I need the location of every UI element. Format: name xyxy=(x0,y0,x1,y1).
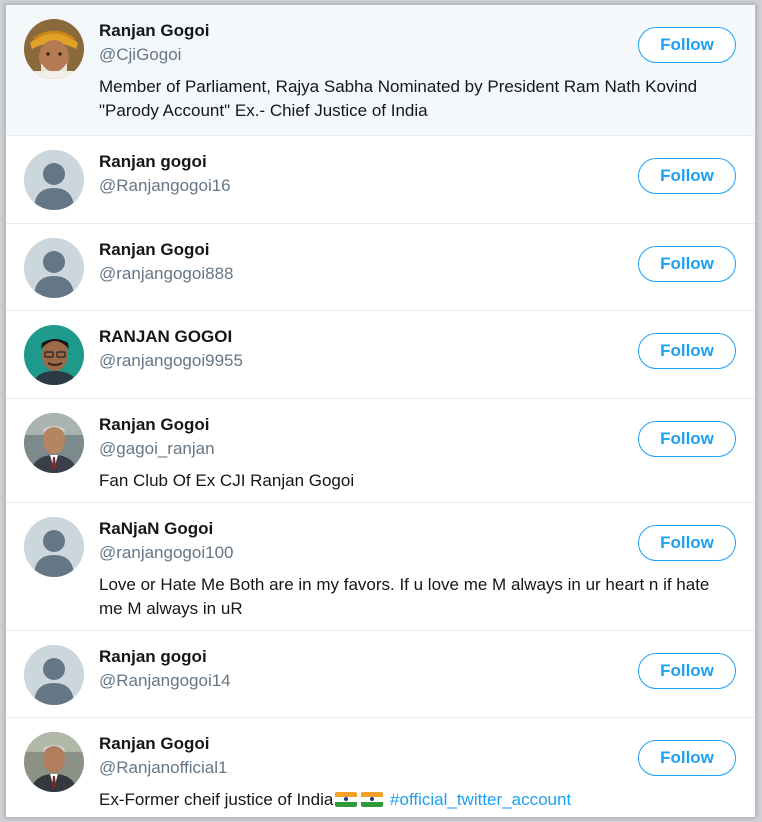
young-man-avatar-icon xyxy=(24,325,84,385)
user-bio: Love or Hate Me Both are in my favors. I… xyxy=(99,575,710,618)
user-row[interactable]: Ranjan gogoi @Ranjangogoi16 Follow xyxy=(6,136,755,224)
hashtag-link[interactable]: #official_twitter_account xyxy=(390,790,571,809)
avatar[interactable] xyxy=(24,517,84,577)
user-bio: Member of Parliament, Rajya Sabha Nomina… xyxy=(99,77,698,120)
default-avatar-icon xyxy=(24,150,84,210)
bio-text: Ex-Former cheif justice of India xyxy=(99,790,334,809)
user-row[interactable]: Ranjan Gogoi @CjiGogoi Member of Parliam… xyxy=(6,5,755,136)
india-flag-icon xyxy=(335,792,358,807)
user-row[interactable]: RANJAN GOGOI @ranjangogoi9955 Follow xyxy=(6,311,755,399)
avatar[interactable] xyxy=(24,645,84,705)
follow-button[interactable]: Follow xyxy=(638,333,736,369)
india-flag-icon xyxy=(361,792,384,807)
default-avatar-icon xyxy=(24,645,84,705)
user-row[interactable]: Ranjan Gogoi @ranjangogoi888 Follow xyxy=(6,224,755,311)
user-row[interactable]: Ranjan gogoi @Ranjangogoi14 Follow xyxy=(6,631,755,718)
avatar[interactable] xyxy=(24,238,84,298)
avatar[interactable] xyxy=(24,325,84,385)
avatar[interactable] xyxy=(24,19,84,79)
follow-button[interactable]: Follow xyxy=(638,525,736,561)
suited-man-avatar-icon xyxy=(24,413,84,473)
user-list: Ranjan Gogoi @CjiGogoi Member of Parliam… xyxy=(5,4,756,818)
follow-button[interactable]: Follow xyxy=(638,421,736,457)
suited-man-avatar-icon xyxy=(24,732,84,792)
user-bio: Ex-Former cheif justice of India #offici… xyxy=(99,788,735,812)
user-row[interactable]: RaNjaN Gogoi @ranjangogoi100 Love or Hat… xyxy=(6,503,755,631)
follow-button[interactable]: Follow xyxy=(638,158,736,194)
user-bio: Fan Club Of Ex CJI Ranjan Gogoi xyxy=(99,471,355,490)
follow-button[interactable]: Follow xyxy=(638,27,736,63)
follow-button[interactable]: Follow xyxy=(638,653,736,689)
default-avatar-icon xyxy=(24,238,84,298)
user-row[interactable]: Ranjan Gogoi @gagoi_ranjan Fan Club Of E… xyxy=(6,399,755,503)
avatar[interactable] xyxy=(24,413,84,473)
turban-man-avatar-icon xyxy=(24,19,84,79)
avatar[interactable] xyxy=(24,150,84,210)
follow-button[interactable]: Follow xyxy=(638,740,736,776)
avatar[interactable] xyxy=(24,732,84,792)
default-avatar-icon xyxy=(24,517,84,577)
follow-button[interactable]: Follow xyxy=(638,246,736,282)
user-row[interactable]: Ranjan Gogoi @Ranjanofficial1 Ex-Former … xyxy=(6,718,755,817)
